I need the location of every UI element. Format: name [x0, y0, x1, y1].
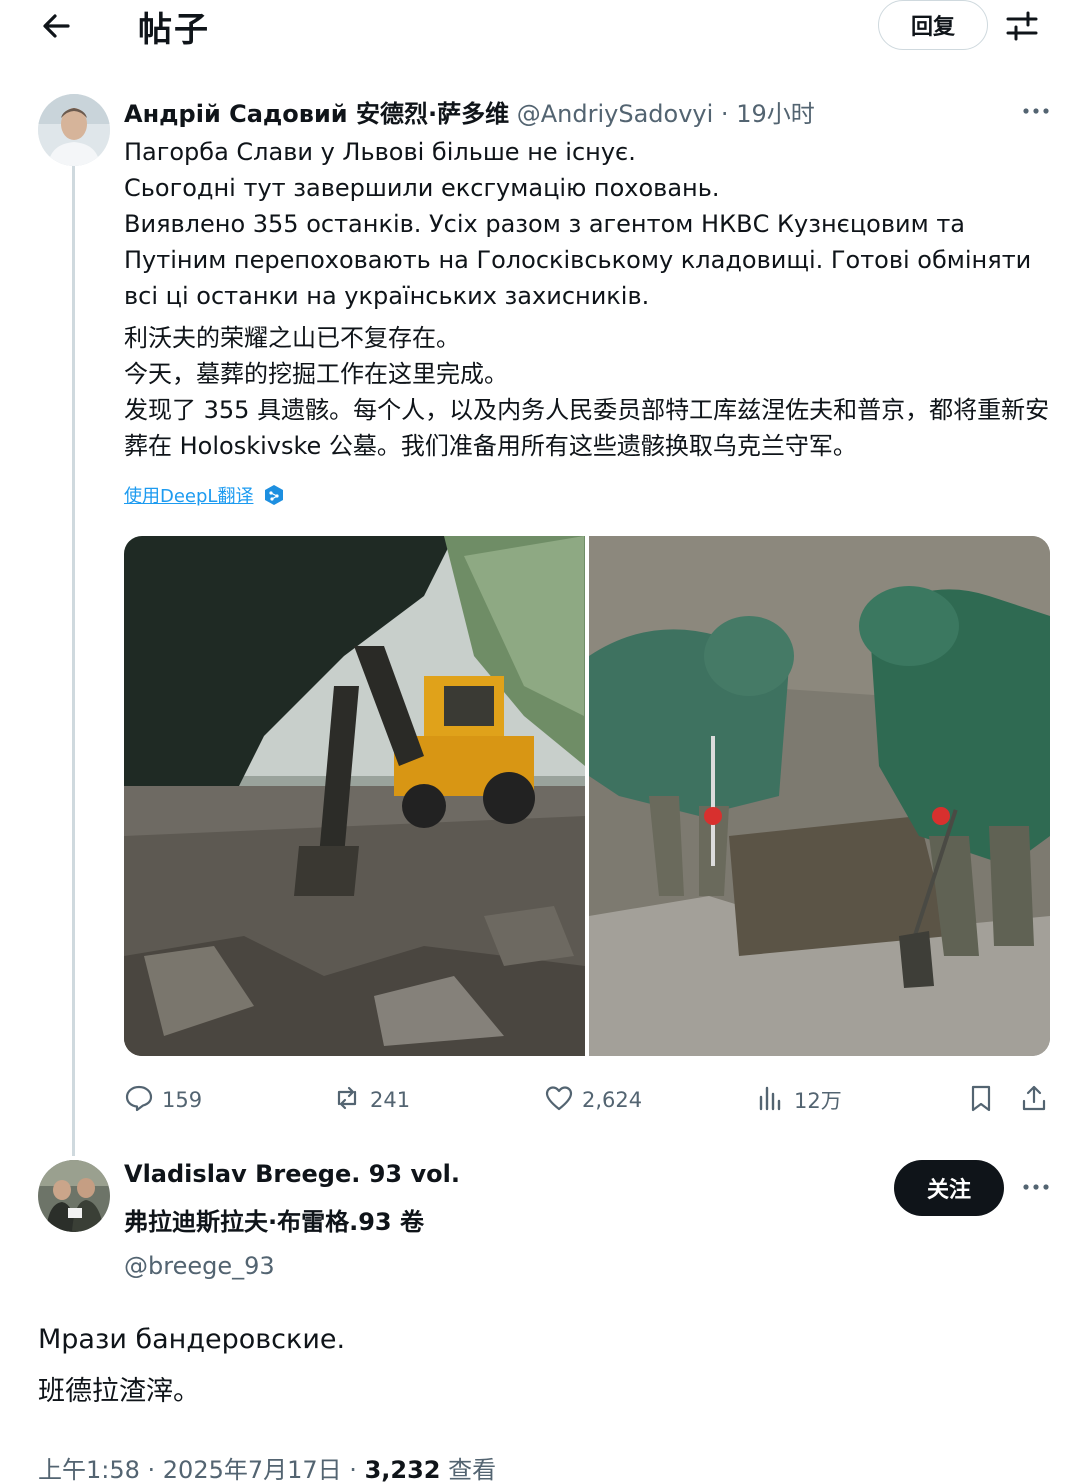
more-options-icon[interactable]: [1014, 96, 1058, 126]
reply-action[interactable]: 159: [124, 1080, 202, 1120]
avatar[interactable]: [38, 1160, 110, 1232]
share-action[interactable]: [1019, 1080, 1049, 1120]
deepl-logo-icon: [263, 484, 285, 506]
repost-icon: [332, 1083, 362, 1118]
repost-action[interactable]: 241: [332, 1080, 410, 1120]
reply-views-label: 查看: [440, 1456, 497, 1484]
more-options-icon[interactable]: [1014, 1172, 1058, 1202]
author-handle[interactable]: @AndriySadovyi: [517, 100, 714, 128]
translation-line: 发现了 355 具遗骸。每个人，以及内务人民委员部特工库兹涅佐夫和普京，都将重新…: [124, 396, 1050, 460]
share-upload-icon: [1019, 1083, 1049, 1118]
top-bar: 帖子 回复: [0, 0, 1080, 52]
back-arrow-icon[interactable]: [38, 8, 74, 44]
thread-connector-line: [72, 166, 75, 1156]
post-text-line: Пагорба Слави у Львові більше не існує.: [124, 138, 636, 166]
excavator-photo[interactable]: [124, 536, 585, 1056]
views-action[interactable]: 12万: [756, 1080, 842, 1120]
translation-line: 今天，墓葬的挖掘工作在这里完成。: [124, 360, 508, 388]
author-name[interactable]: Андрій Садовий 安德烈·萨多维: [124, 100, 509, 128]
reply-author-handle[interactable]: @breege_93: [124, 1252, 275, 1280]
reply-view-count: 3,232: [364, 1456, 441, 1484]
repost-count: 241: [370, 1088, 411, 1112]
heart-icon: [544, 1083, 574, 1118]
settings-sliders-icon[interactable]: [1000, 4, 1044, 48]
reply-button[interactable]: 回复: [878, 0, 988, 50]
comment-bubble-icon: [124, 1083, 154, 1118]
reply-author-name-translation: 弗拉迪斯拉夫·布雷格.93 卷: [124, 1208, 424, 1236]
post-header: Андрій Садовий 安德烈·萨多维 @AndriySadovyi · …: [124, 94, 815, 129]
post-text-original: Пагорба Слави у Львові більше не існує. …: [124, 134, 1054, 314]
translation-attribution: 使用DeepL翻译: [124, 482, 285, 508]
reply-text-line: 班德拉渣滓。: [38, 1376, 200, 1407]
reply-count: 159: [162, 1088, 203, 1112]
bookmark-action[interactable]: [966, 1080, 996, 1120]
post-text-line: Сьогодні тут завершили ексгумацію похова…: [124, 174, 720, 202]
reply-text: Мрази бандеровские. 班德拉渣滓。: [38, 1314, 1038, 1418]
reply-timestamp[interactable]: 上午1:58 · 2025年7月17日 ·: [38, 1456, 365, 1484]
post-action-bar: 159 241 2,624 12万: [124, 1080, 1054, 1120]
follow-button[interactable]: 关注: [894, 1160, 1004, 1216]
page-title: 帖子: [138, 10, 210, 50]
post-text-translation: 利沃夫的荣耀之山已不复存在。 今天，墓葬的挖掘工作在这里完成。 发现了 355 …: [124, 320, 1054, 464]
view-count: 12万: [794, 1089, 842, 1113]
like-action[interactable]: 2,624: [544, 1080, 642, 1120]
reply-metadata: 上午1:58 · 2025年7月17日 · 3,232 查看: [38, 1450, 496, 1484]
reply-text-line: Мрази бандеровские.: [38, 1324, 346, 1355]
analytics-bars-icon: [756, 1083, 786, 1118]
reply-author-name[interactable]: Vladislav Breege. 93 vol.: [124, 1160, 460, 1188]
post-media[interactable]: [124, 536, 1050, 1056]
translation-line: 利沃夫的荣耀之山已不复存在。: [124, 324, 460, 352]
like-count: 2,624: [582, 1088, 643, 1112]
workers-digging-photo[interactable]: [589, 536, 1050, 1056]
avatar[interactable]: [38, 94, 110, 166]
separator-dot: ·: [720, 100, 729, 128]
bookmark-icon: [966, 1083, 996, 1118]
deepl-translate-link[interactable]: 使用DeepL翻译: [124, 482, 253, 508]
post-time[interactable]: 19小时: [736, 100, 815, 128]
post-text-line: Виявлено 355 останків. Усіх разом з аген…: [124, 210, 1032, 310]
